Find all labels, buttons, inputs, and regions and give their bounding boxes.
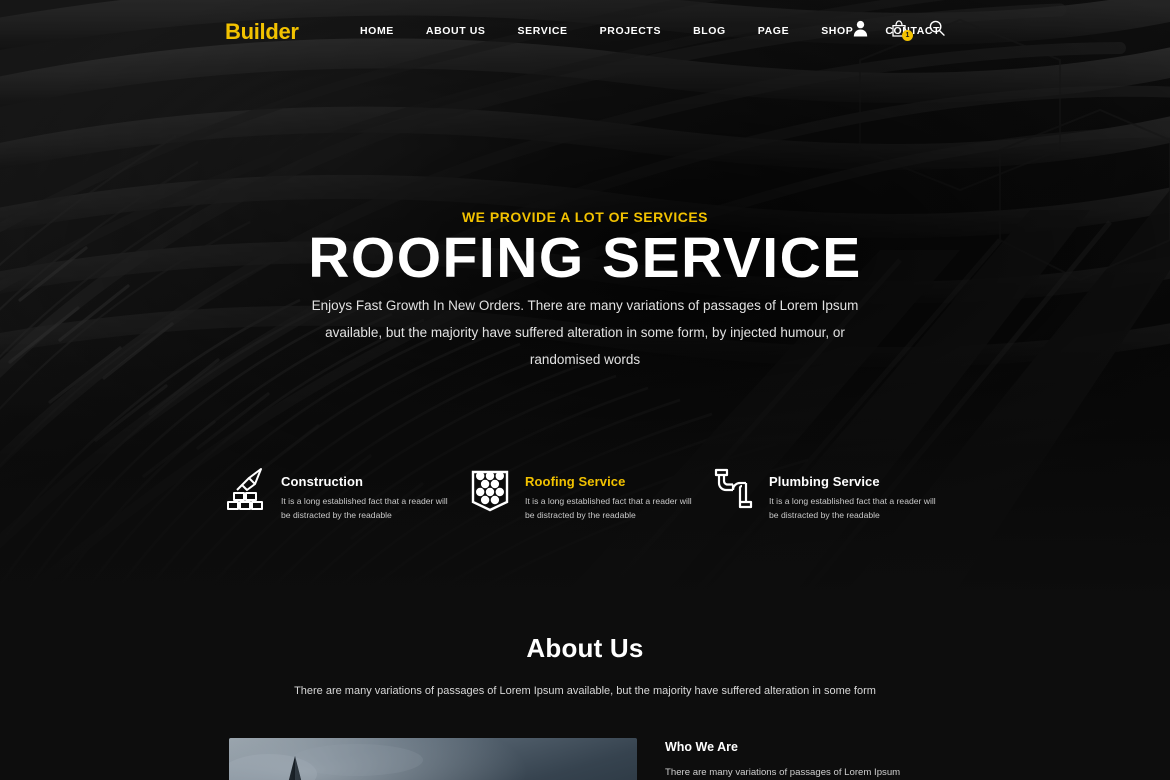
search-icon[interactable] — [929, 20, 946, 40]
header-icon-group: 1 — [853, 20, 946, 41]
service-card-title: Roofing Service — [525, 474, 626, 489]
hero-subtitle: Enjoys Fast Growth In New Orders. There … — [311, 298, 859, 367]
service-card-title: Plumbing Service — [769, 474, 880, 489]
nav-item-projects[interactable]: PROJECTS — [584, 25, 677, 37]
nav-item-blog[interactable]: BLOG — [677, 25, 742, 37]
service-card-desc: It is a long established fact that a rea… — [281, 496, 448, 520]
nav-item-home[interactable]: HOME — [360, 25, 410, 37]
site-logo[interactable]: Builder — [225, 19, 299, 45]
about-subtitle: There are many variations of passages of… — [294, 685, 876, 697]
about-content-grid: Who We Are There are many variations of … — [229, 738, 941, 780]
nav-item-about-us[interactable]: ABOUT US — [410, 25, 502, 37]
pipe-plumbing-icon — [713, 466, 755, 512]
service-card-plumbing[interactable]: Plumbing Service It is a long establishe… — [713, 466, 945, 523]
cart-count-badge: 1 — [902, 30, 913, 41]
service-card-desc: It is a long established fact that a rea… — [525, 496, 692, 520]
about-section: About Us There are many variations of pa… — [0, 600, 1170, 780]
user-icon[interactable] — [853, 20, 870, 40]
roof-shingles-icon — [469, 466, 511, 512]
service-card-roofing[interactable]: Roofing Service It is a long established… — [469, 466, 701, 523]
trowel-bricks-icon — [225, 466, 267, 512]
service-card-row: Construction It is a long established fa… — [225, 466, 945, 523]
hero-eyebrow: WE PROVIDE A LOT OF SERVICES — [461, 209, 709, 225]
service-card-construction[interactable]: Construction It is a long established fa… — [225, 466, 457, 523]
page-root: Builder HOME ABOUT US SERVICE PROJECTS B… — [0, 0, 1170, 780]
who-we-are-title: Who We Are — [665, 740, 738, 754]
who-we-are-text: There are many variations of passages of… — [665, 767, 901, 778]
about-title: About Us — [526, 633, 644, 663]
about-image — [229, 738, 637, 780]
nav-item-page[interactable]: PAGE — [742, 25, 805, 37]
service-card-body: Roofing Service It is a long established… — [525, 466, 701, 523]
hero-title: ROOFING SERVICE — [308, 226, 862, 290]
cart-icon[interactable]: 1 — [891, 20, 913, 41]
site-header: Builder HOME ABOUT US SERVICE PROJECTS B… — [0, 0, 1170, 62]
about-copy: Who We Are There are many variations of … — [665, 738, 941, 780]
service-card-body: Plumbing Service It is a long establishe… — [769, 466, 945, 523]
nav-item-service[interactable]: SERVICE — [502, 25, 584, 37]
service-card-desc: It is a long established fact that a rea… — [769, 496, 936, 520]
service-card-body: Construction It is a long established fa… — [281, 466, 457, 523]
service-card-title: Construction — [281, 474, 364, 489]
